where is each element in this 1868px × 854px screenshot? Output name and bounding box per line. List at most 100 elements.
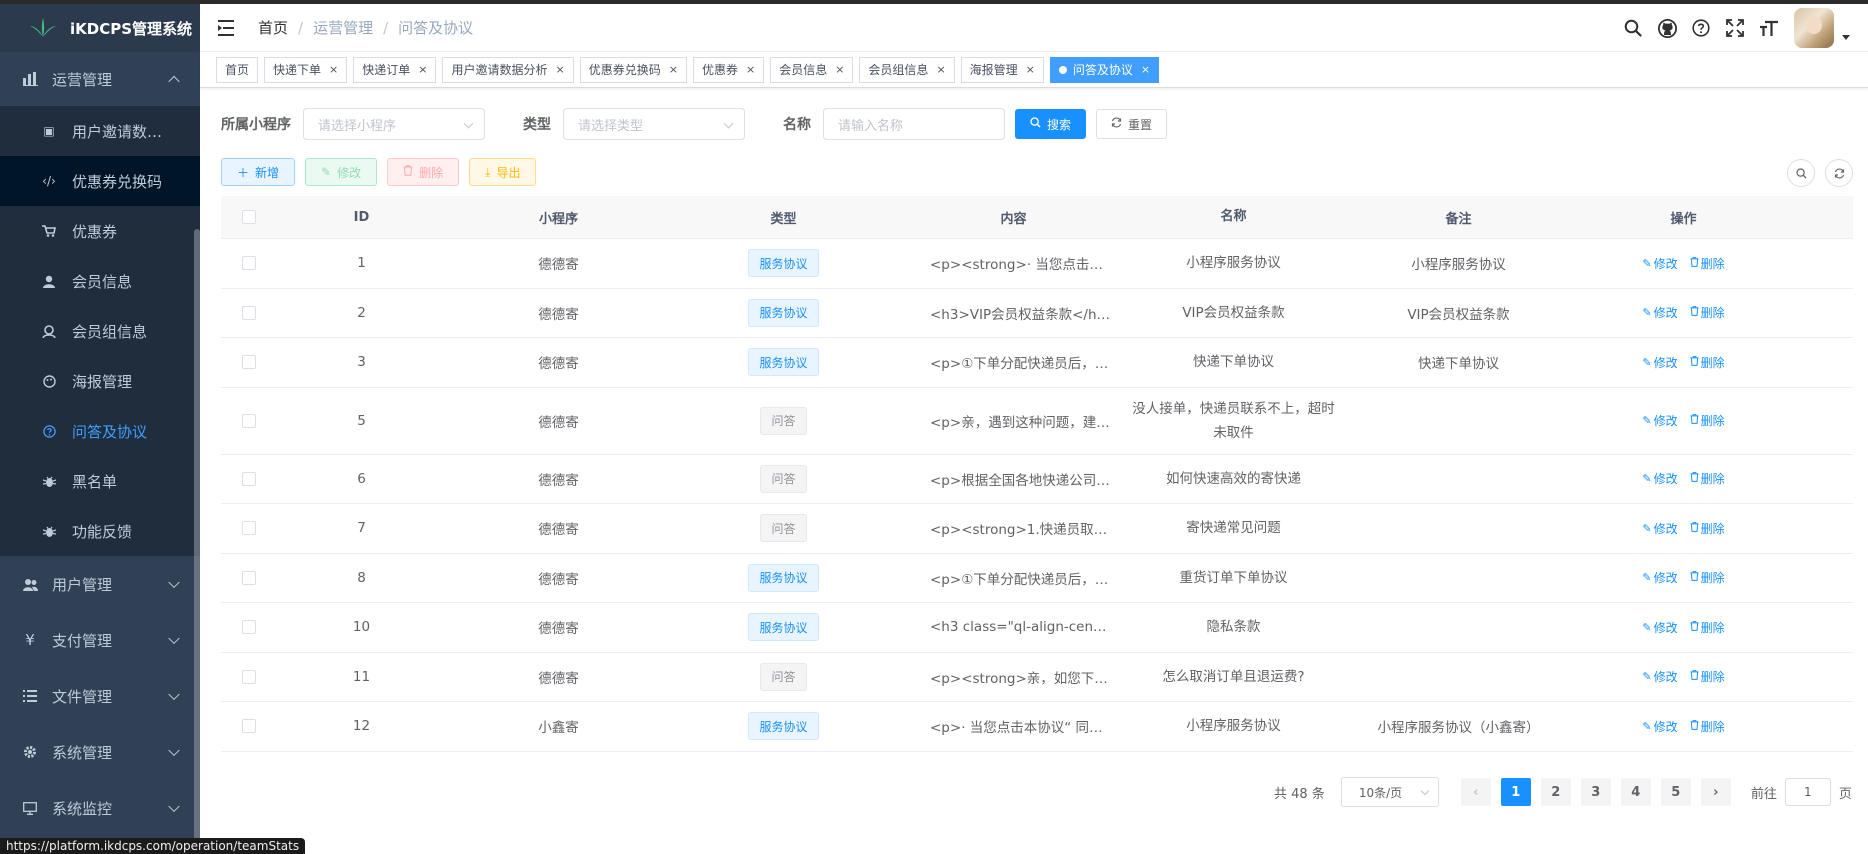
menu-group-payments[interactable]: ¥ 支付管理 [0,612,200,668]
edit-button[interactable]: ✎ 修改 [305,158,378,186]
row-delete-button[interactable]: 删除 [1690,412,1725,429]
page-size-select[interactable]: 10条/页 [1340,777,1439,807]
table-row[interactable]: 12 小鑫寄 服务协议 <p>· 当您点击本协议“ 同意 ” … 小程序服务协议… [221,702,1853,752]
add-button[interactable]: ＋ 新增 [221,158,296,186]
refresh-table-button[interactable] [1825,159,1853,187]
close-icon[interactable]: × [329,63,338,76]
row-checkbox[interactable] [242,669,256,684]
tab-coupon-codes[interactable]: 优惠券兑换码 × [579,56,687,83]
tab-qa-agreements[interactable]: 问答及协议 × [1049,56,1160,83]
tab-coupons[interactable]: 优惠券 × [692,56,765,83]
page-button-4[interactable]: 4 [1620,778,1651,806]
row-delete-button[interactable]: 删除 [1690,470,1725,487]
row-checkbox[interactable] [242,570,256,585]
row-checkbox[interactable] [242,413,256,428]
app-logo[interactable]: iKDCPS管理系统 [0,4,200,52]
table-row[interactable]: 2 德德寄 服务协议 <h3>VIP会员权益条款</h3><… VIP会员权益条… [221,289,1853,338]
page-button-1[interactable]: 1 [1500,778,1531,806]
caret-down-icon[interactable] [1842,34,1850,40]
row-checkbox[interactable] [242,521,256,536]
tab-member-groups[interactable]: 会员组信息 × [859,56,955,83]
sidebar-scrollbar[interactable] [194,229,200,844]
next-page-button[interactable]: › [1700,778,1731,806]
font-size-icon[interactable] [1758,17,1780,39]
page-button-3[interactable]: 3 [1580,778,1611,806]
table-row[interactable]: 10 德德寄 服务协议 <h3 class="ql-align-center">… [221,603,1853,653]
row-delete-button[interactable]: 删除 [1690,718,1725,735]
goto-page-input[interactable]: 1 [1784,778,1831,806]
help-circle-icon[interactable] [1690,17,1712,39]
row-checkbox[interactable] [242,305,256,320]
row-delete-button[interactable]: 删除 [1690,255,1725,272]
row-delete-button[interactable]: 删除 [1690,354,1725,371]
search-icon[interactable] [1622,17,1644,39]
hamburger-icon[interactable] [218,19,238,37]
close-icon[interactable]: × [1141,63,1150,76]
row-delete-button[interactable]: 删除 [1690,304,1725,321]
row-checkbox[interactable] [242,355,256,370]
reset-button[interactable]: 重置 [1096,109,1168,139]
sidebar-item-invite-stats[interactable]: ▣ 用户邀请数… [0,106,200,156]
close-icon[interactable]: × [936,63,945,76]
menu-group-operations[interactable]: 运营管理 [0,52,200,106]
row-edit-button[interactable]: ✎ 修改 [1642,569,1677,586]
close-icon[interactable]: × [835,63,844,76]
menu-group-users[interactable]: 用户管理 [0,556,200,612]
close-icon[interactable]: × [669,63,678,76]
row-edit-button[interactable]: ✎ 修改 [1642,520,1677,537]
row-edit-button[interactable]: ✎ 修改 [1642,470,1677,487]
page-button-5[interactable]: 5 [1660,778,1691,806]
close-icon[interactable]: × [418,63,427,76]
column-header-type[interactable]: 类型 [671,208,896,227]
row-delete-button[interactable]: 删除 [1690,569,1725,586]
row-delete-button[interactable]: 删除 [1690,520,1725,537]
sidebar-item-members[interactable]: 会员信息 [0,256,200,306]
row-edit-button[interactable]: ✎ 修改 [1642,255,1677,272]
search-button[interactable]: 搜索 [1015,109,1087,139]
prev-page-button[interactable]: ‹ [1460,778,1491,806]
type-select[interactable]: 请选择类型 [563,108,745,140]
tab-members[interactable]: 会员信息 × [770,56,854,83]
row-checkbox[interactable] [242,256,256,271]
sidebar-item-blacklist[interactable]: 黑名单 [0,456,200,506]
row-checkbox[interactable] [242,719,256,734]
close-icon[interactable]: × [746,63,755,76]
name-input[interactable]: 请输入名称 [823,108,1005,140]
column-header-id[interactable]: ID [277,210,446,225]
tab-posters[interactable]: 海报管理 × [960,56,1044,83]
sidebar-item-coupon-codes[interactable]: ‹/› 优惠券兑换码 [0,156,200,206]
menu-group-monitor[interactable]: 系统监控 [0,780,200,836]
toggle-search-button[interactable] [1787,159,1815,187]
page-button-2[interactable]: 2 [1540,778,1571,806]
row-edit-button[interactable]: ✎ 修改 [1642,619,1677,636]
row-delete-button[interactable]: 删除 [1690,668,1725,685]
tab-home[interactable]: 首页 [216,56,259,83]
column-header-app[interactable]: 小程序 [446,208,671,227]
row-edit-button[interactable]: ✎ 修改 [1642,668,1677,685]
column-header-content[interactable]: 内容 [896,208,1121,227]
column-header-remark[interactable]: 备注 [1346,208,1571,227]
select-all-checkbox[interactable] [242,210,256,224]
sidebar-item-feedback[interactable]: 功能反馈 [0,506,200,556]
sidebar-item-member-groups[interactable]: 会员组信息 [0,306,200,356]
row-edit-button[interactable]: ✎ 修改 [1642,304,1677,321]
github-icon[interactable] [1656,17,1678,39]
table-row[interactable]: 7 德德寄 问答 <p><strong>1.快递员取件时… 寄快递常见问题 ✎ 修… [221,504,1853,554]
sidebar-item-posters[interactable]: 海报管理 [0,356,200,406]
sidebar-item-coupons[interactable]: 优惠券 [0,206,200,256]
menu-group-system[interactable]: 系统管理 [0,724,200,780]
tab-express-order[interactable]: 快递下单 × [264,56,348,83]
export-button[interactable]: ⤓ 导出 [469,158,537,186]
menu-group-files[interactable]: 文件管理 [0,668,200,724]
user-avatar[interactable] [1794,8,1834,48]
tab-express-orders[interactable]: 快递订单 × [353,56,437,83]
close-icon[interactable]: × [1026,63,1035,76]
row-edit-button[interactable]: ✎ 修改 [1642,354,1677,371]
row-checkbox[interactable] [242,471,256,486]
close-icon[interactable]: × [556,63,565,76]
table-row[interactable]: 1 德德寄 服务协议 <p><strong>· 当您点击本协议… 小程序服务协议… [221,239,1853,289]
row-edit-button[interactable]: ✎ 修改 [1642,412,1677,429]
delete-button[interactable]: 删除 [387,158,460,186]
sidebar-item-qa-agreements[interactable]: 问答及协议 [0,406,200,456]
row-edit-button[interactable]: ✎ 修改 [1642,718,1677,735]
